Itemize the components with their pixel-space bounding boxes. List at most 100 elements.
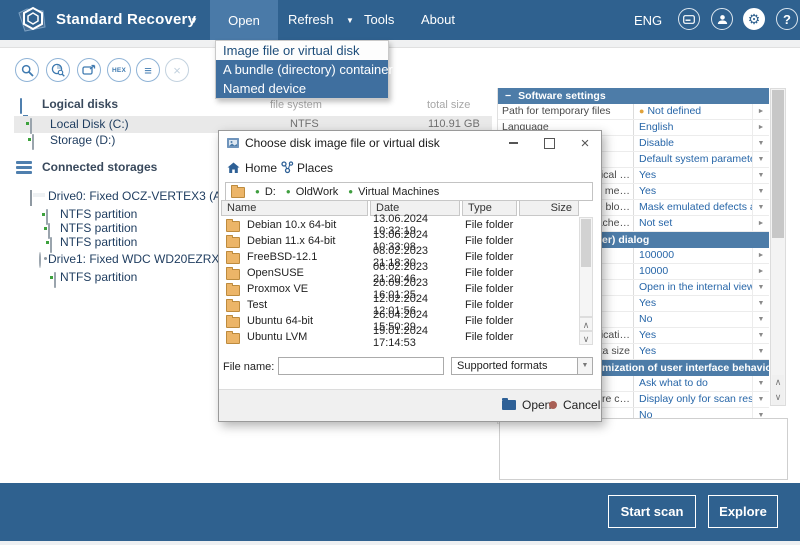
- open-button[interactable]: Open: [502, 398, 551, 412]
- breadcrumb: ● D: ● OldWork ● Virtual Machines: [225, 182, 593, 201]
- expand-arrow-icon[interactable]: ►: [752, 248, 769, 263]
- cancel-dot-icon: [549, 401, 557, 409]
- question-icon: ?: [783, 12, 791, 27]
- choose-image-dialog: Choose disk image file or virtual disk ×…: [218, 130, 602, 422]
- maximize-button[interactable]: [534, 131, 564, 155]
- folder-icon: [226, 317, 240, 328]
- cancel-button[interactable]: Cancel: [549, 398, 600, 412]
- breadcrumb-item[interactable]: D:: [265, 186, 276, 198]
- app-title: Standard Recovery: [56, 11, 196, 28]
- scrollbar-thumb[interactable]: [772, 90, 784, 238]
- open-menu-caret-icon: ▼: [190, 16, 198, 25]
- menu-item-bundle-container[interactable]: A bundle (directory) container: [216, 60, 388, 79]
- dialog-footer: Open Cancel: [219, 389, 601, 421]
- scroll-up-icon[interactable]: ∧: [772, 375, 784, 390]
- partition-icon: [50, 237, 52, 253]
- dropdown-arrow-icon[interactable]: ▼: [752, 312, 769, 327]
- section-header-software-settings[interactable]: −Software settings: [498, 88, 769, 104]
- dropdown-arrow-icon[interactable]: ▼: [752, 184, 769, 199]
- file-name-input[interactable]: [278, 357, 444, 375]
- column-header-name[interactable]: Name: [221, 200, 368, 216]
- scan-search-button[interactable]: [15, 58, 39, 82]
- scroll-up-icon[interactable]: ∧: [579, 317, 593, 331]
- top-bar: Standard Recovery ▼ Open Refresh ▼ Tools…: [0, 0, 800, 40]
- menu-open[interactable]: Open: [210, 0, 278, 40]
- card-icon: [683, 15, 695, 24]
- partition-row[interactable]: NTFS partition: [60, 207, 137, 221]
- partition-row[interactable]: NTFS partition: [60, 221, 137, 235]
- expand-arrow-icon[interactable]: ►: [752, 264, 769, 279]
- column-header-type[interactable]: Type: [462, 200, 517, 216]
- maximize-icon: [544, 138, 555, 149]
- minimize-button[interactable]: [498, 131, 528, 155]
- dropdown-arrow-icon[interactable]: ▼: [752, 392, 769, 407]
- disk-row-storage[interactable]: Storage (D:): [50, 133, 115, 147]
- settings-scrollbar[interactable]: ∧ ∨: [770, 88, 786, 406]
- breadcrumb-item[interactable]: OldWork: [296, 186, 339, 198]
- expand-arrow-icon[interactable]: ►: [752, 216, 769, 231]
- help-button[interactable]: ?: [776, 8, 798, 30]
- expand-arrow-icon[interactable]: ►: [752, 104, 769, 119]
- folder-icon: [226, 269, 240, 280]
- explore-button[interactable]: Explore: [708, 495, 778, 528]
- menu-refresh[interactable]: Refresh: [288, 12, 334, 27]
- file-row[interactable]: Ubuntu LVM19.01.2024 17:14:53File folder: [221, 329, 579, 345]
- dropdown-arrow-icon[interactable]: ▼: [752, 136, 769, 151]
- menu-item-named-device[interactable]: Named device: [216, 79, 388, 98]
- dropdown-arrow-icon[interactable]: ▼: [752, 280, 769, 295]
- dropdown-arrow-icon[interactable]: ▼: [752, 200, 769, 215]
- scroll-down-icon[interactable]: ∨: [772, 390, 784, 405]
- folder-icon: [226, 333, 240, 344]
- dropdown-arrow-icon[interactable]: ▼: [752, 296, 769, 311]
- format-filter-select[interactable]: Supported formats: [451, 357, 578, 375]
- dropdown-arrow-icon[interactable]: ▼: [752, 152, 769, 167]
- close-button[interactable]: ×: [570, 131, 600, 155]
- logical-disks-header: Logical disks: [42, 97, 118, 111]
- settings-gear-button[interactable]: ⚙: [743, 8, 765, 30]
- hdd-drive-icon: [39, 252, 41, 268]
- device-arrow-icon: [82, 64, 96, 76]
- user-account-button[interactable]: [711, 8, 733, 30]
- close-task-button[interactable]: ×: [165, 58, 189, 82]
- settings-row[interactable]: Path for temporary files●Not defined►: [498, 104, 769, 120]
- dropdown-arrow-icon[interactable]: ▼: [752, 344, 769, 359]
- dropdown-arrow-icon[interactable]: ▼: [752, 328, 769, 343]
- log-list-button[interactable]: ≡: [136, 58, 160, 82]
- partition-row[interactable]: NTFS partition: [60, 235, 137, 249]
- column-header-size[interactable]: Size: [519, 200, 579, 216]
- folder-icon: [226, 237, 240, 248]
- folder-icon: [231, 187, 245, 198]
- hex-viewer-button[interactable]: HEX: [107, 58, 131, 82]
- crumb-bullet-icon: ●: [348, 187, 353, 196]
- file-list-scrollbar[interactable]: [579, 217, 593, 317]
- places-button[interactable]: [281, 161, 294, 174]
- dropdown-arrow-icon[interactable]: ▼: [752, 376, 769, 391]
- drive0-row[interactable]: Drive0: Fixed OCZ-VERTEX3 (ATA): [48, 189, 239, 203]
- expand-arrow-icon[interactable]: ►: [752, 120, 769, 135]
- menu-about[interactable]: About: [421, 12, 455, 27]
- license-card-button[interactable]: [678, 8, 700, 30]
- places-icon: [281, 161, 294, 174]
- language-selector[interactable]: ENG: [634, 13, 662, 28]
- start-scan-button[interactable]: Start scan: [608, 495, 696, 528]
- column-total-size: total size: [427, 99, 470, 111]
- menu-item-image-file[interactable]: Image file or virtual disk: [216, 41, 388, 60]
- dropdown-arrow-icon[interactable]: ▼: [752, 168, 769, 183]
- disk-row-local[interactable]: Local Disk (C:): [50, 117, 129, 131]
- menu-tools[interactable]: Tools: [364, 12, 394, 27]
- home-button[interactable]: [227, 162, 240, 174]
- explore-device-button[interactable]: [77, 58, 101, 82]
- scroll-down-icon[interactable]: ∨: [579, 331, 593, 345]
- close-icon: ×: [173, 63, 181, 78]
- drive-icon: [30, 118, 32, 134]
- partition-row[interactable]: NTFS partition: [60, 270, 137, 284]
- breadcrumb-item[interactable]: Virtual Machines: [358, 186, 439, 198]
- column-file-system: file system: [270, 99, 322, 111]
- dialog-title: Choose disk image file or virtual disk: [245, 136, 440, 150]
- combo-arrow-icon[interactable]: ▼: [577, 357, 593, 375]
- scrollbar-thumb[interactable]: [581, 219, 591, 267]
- home-button-label[interactable]: Home: [245, 161, 277, 175]
- gear-icon: ⚙: [748, 11, 761, 28]
- places-button-label[interactable]: Places: [297, 161, 333, 175]
- disk-scan-button[interactable]: [46, 58, 70, 82]
